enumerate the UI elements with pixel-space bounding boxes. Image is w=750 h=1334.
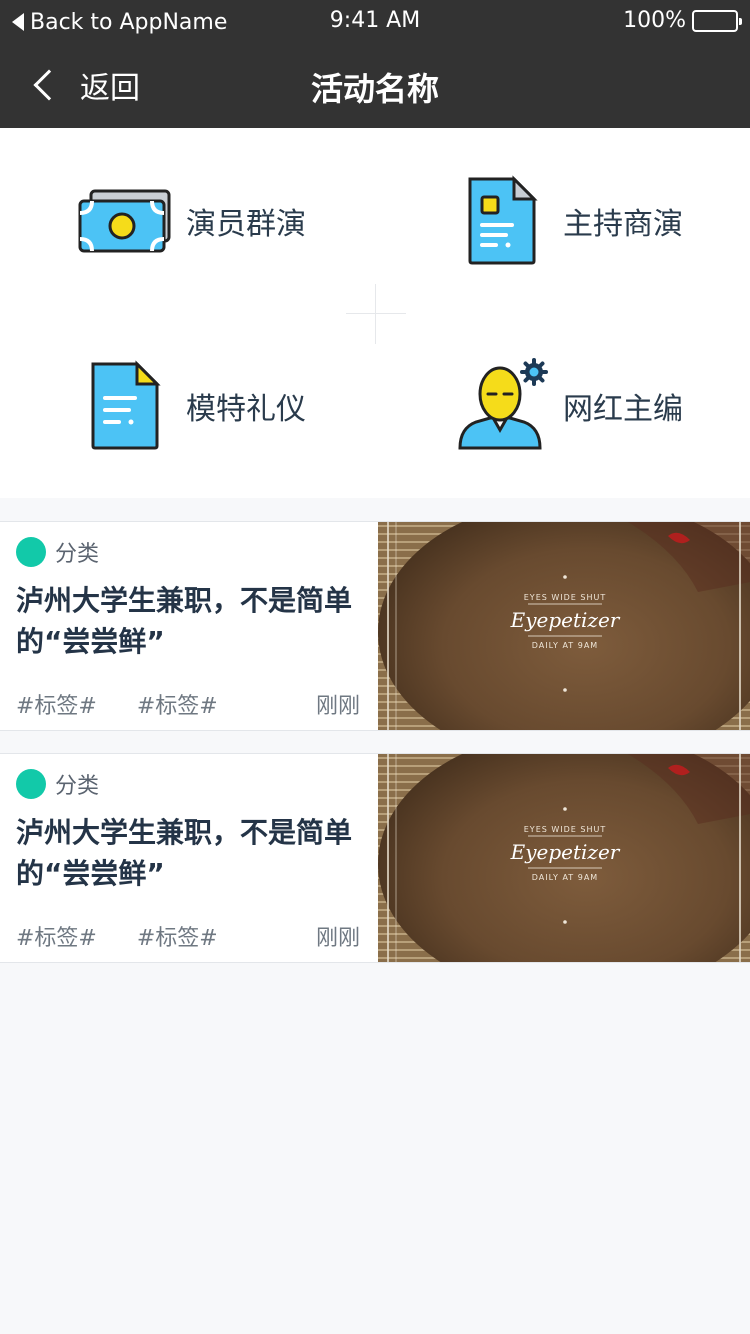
category-item-actor[interactable]: 演员群演 [0, 128, 375, 313]
article-time: 刚刚 [315, 694, 360, 719]
status-battery: 100% [623, 8, 742, 33]
article-title: 泸州大学生兼职，不是简单的“尝尝鲜” [16, 584, 353, 658]
category-item-influencer[interactable]: 网红主编 [375, 313, 750, 498]
top-bar: Back to AppName 9:41 AM 100% 返回 活动名称 [0, 0, 750, 128]
file-icon [70, 351, 180, 461]
article-title: 泸州大学生兼职，不是简单的“尝尝鲜” [16, 816, 353, 890]
article-content: 分类 泸州大学生兼职，不是简单的“尝尝鲜” #标签# #标签# 刚刚 [0, 522, 378, 730]
status-bar: Back to AppName 9:41 AM 100% [0, 0, 750, 44]
category-label: 分类 [55, 774, 100, 799]
category-label: 模特礼仪 [186, 391, 306, 427]
article-tag[interactable]: #标签# [16, 920, 97, 952]
money-bill-icon [70, 166, 180, 276]
battery-icon [692, 9, 742, 32]
article-time: 刚刚 [315, 926, 360, 951]
article-tags: #标签# #标签# [16, 688, 258, 720]
category-item-host[interactable]: 主持商演 [375, 128, 750, 313]
article-category: 分类 [16, 536, 99, 568]
category-grid: 演员群演 主持商演 模特礼仪 网红主编 [0, 128, 750, 498]
article-tag[interactable]: #标签# [137, 920, 218, 952]
article-thumbnail: EYES WIDE SHUT Eyepetizer DAILY AT 9AM [378, 522, 750, 730]
category-label: 主持商演 [563, 206, 683, 242]
thumb-brand: Eyepetizer [510, 608, 621, 632]
thumb-line1: EYES WIDE SHUT [524, 593, 606, 602]
article-category: 分类 [16, 768, 99, 800]
thumb-brand: Eyepetizer [510, 840, 621, 864]
category-label: 演员群演 [186, 206, 306, 242]
nav-bar: 返回 活动名称 [0, 44, 750, 128]
grid-divider [375, 284, 376, 344]
category-dot-icon [16, 769, 46, 799]
thumb-line2: DAILY AT 9AM [532, 641, 598, 650]
thumb-line1: EYES WIDE SHUT [524, 825, 606, 834]
category-label: 分类 [55, 542, 100, 567]
grid-divider [346, 313, 406, 314]
article-tags: #标签# #标签# [16, 920, 258, 952]
article-thumbnail: EYES WIDE SHUT Eyepetizer DAILY AT 9AM [378, 754, 750, 962]
thumb-line2: DAILY AT 9AM [532, 873, 598, 882]
category-label: 网红主编 [563, 391, 683, 427]
battery-percent: 100% [623, 8, 686, 33]
article-tag[interactable]: #标签# [137, 688, 218, 720]
category-dot-icon [16, 537, 46, 567]
screen: Back to AppName 9:41 AM 100% 返回 活动名称 演员群… [0, 0, 750, 1334]
user-settings-icon [447, 351, 557, 461]
page-title: 活动名称 [310, 70, 439, 108]
category-item-model[interactable]: 模特礼仪 [0, 313, 375, 498]
article-card[interactable]: 分类 泸州大学生兼职，不是简单的“尝尝鲜” #标签# #标签# 刚刚 EYES … [0, 753, 750, 963]
article-content: 分类 泸州大学生兼职，不是简单的“尝尝鲜” #标签# #标签# 刚刚 [0, 754, 378, 962]
article-tag[interactable]: #标签# [16, 688, 97, 720]
document-icon [447, 166, 557, 276]
article-card[interactable]: 分类 泸州大学生兼职，不是简单的“尝尝鲜” #标签# #标签# 刚刚 EYES … [0, 521, 750, 731]
